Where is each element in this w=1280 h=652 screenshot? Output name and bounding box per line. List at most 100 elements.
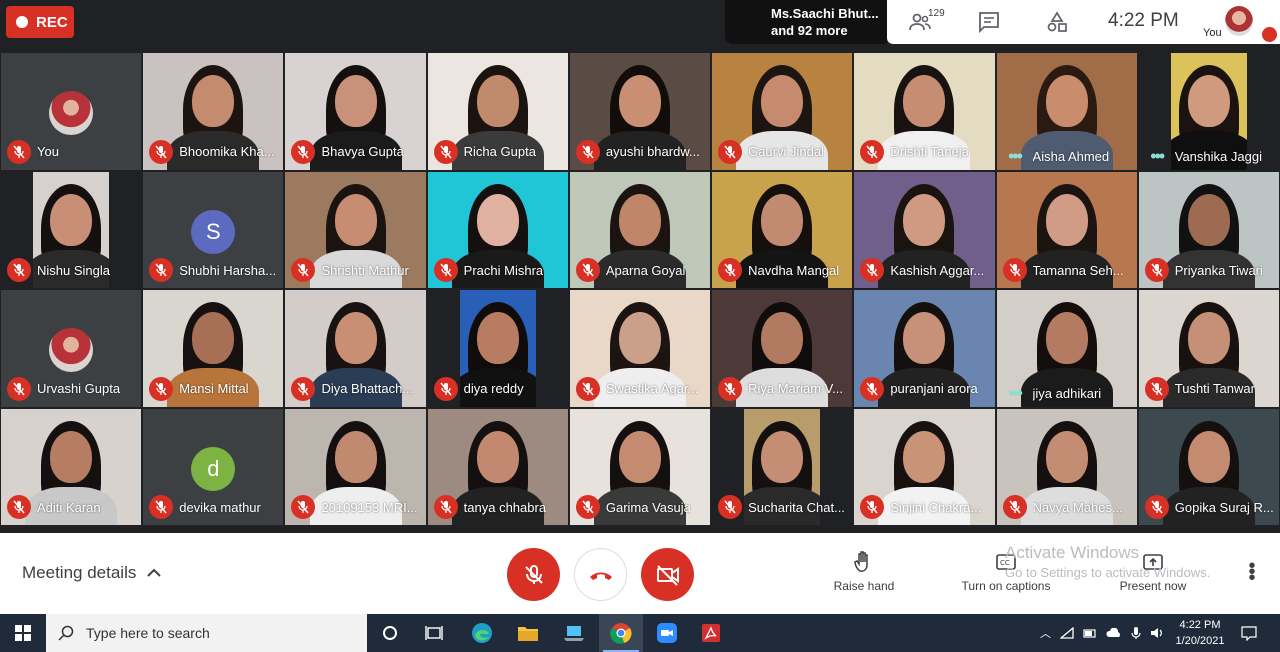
mic-muted-icon xyxy=(1002,495,1027,519)
participant-tile[interactable]: Diya Bhattach... xyxy=(284,289,427,408)
participant-tile[interactable]: Tushti Tanwar xyxy=(1137,289,1280,408)
participant-tile[interactable]: Drishti Taneja xyxy=(853,52,996,171)
participant-tile[interactable]: Urvashi Gupta xyxy=(0,289,143,408)
participant-tile[interactable]: Prachi Mishra xyxy=(426,170,569,289)
mic-muted-icon xyxy=(860,258,885,282)
participant-name-row: Richa Gupta xyxy=(433,139,564,164)
self-view-label: You xyxy=(1203,27,1222,39)
participant-tile[interactable]: Shrishti Mathur xyxy=(284,170,427,289)
volume-icon[interactable] xyxy=(1150,627,1164,639)
participant-name-row: Kashish Aggar... xyxy=(860,258,990,282)
participant-tile[interactable]: ••• Vanshika Jaggi xyxy=(1137,52,1280,171)
task-view-button[interactable] xyxy=(414,614,454,652)
participant-name-row: tanya chhabra xyxy=(433,495,564,519)
participant-tile[interactable]: Navdha Mangal xyxy=(711,170,854,289)
mic-muted-icon xyxy=(433,258,458,282)
camera-off-icon xyxy=(656,564,679,586)
mic-muted-icon xyxy=(291,139,316,164)
participant-tile[interactable]: Sucharita Chat... xyxy=(711,407,854,526)
participant-tile[interactable]: Navya Mahes... xyxy=(995,407,1138,526)
wifi-icon[interactable] xyxy=(1060,627,1074,639)
windows-taskbar: Type here to search ︿ 4:22 PM 1/20/2021 xyxy=(0,614,1280,652)
mic-muted-icon xyxy=(1144,495,1169,519)
mic-muted-icon xyxy=(575,139,600,164)
participant-tile[interactable]: Nishu Singla xyxy=(0,170,143,289)
taskbar-search-box[interactable]: Type here to search xyxy=(46,614,367,652)
participant-tile[interactable]: Richa Gupta xyxy=(426,52,569,171)
participant-tile[interactable]: Kashish Aggar... xyxy=(853,170,996,289)
participant-name: ayushi bhardw... xyxy=(605,144,700,159)
camera-toggle-button[interactable] xyxy=(641,548,694,601)
participant-tile[interactable]: S Shubhi Harsha... xyxy=(142,170,285,289)
chevron-up-icon xyxy=(147,568,162,577)
participant-tile[interactable]: ayushi bhardw... xyxy=(568,52,712,171)
notifications-button[interactable] xyxy=(1232,614,1266,652)
microphone-toggle-button[interactable] xyxy=(507,548,560,601)
battery-icon[interactable] xyxy=(1083,628,1097,638)
meeting-details-button[interactable]: Meeting details xyxy=(22,563,162,583)
participant-tile[interactable]: Tamanna Seh... xyxy=(995,170,1138,289)
participant-tile[interactable]: 20109153 MRI... xyxy=(284,407,427,526)
taskbar-file-explorer[interactable] xyxy=(507,614,549,652)
participant-tile[interactable]: Riya Mariam V... xyxy=(711,289,854,408)
search-icon xyxy=(58,625,74,641)
self-muted-icon xyxy=(1262,27,1277,42)
participant-tile[interactable]: diya reddy xyxy=(426,289,569,408)
mic-muted-icon xyxy=(1144,376,1169,401)
taskbar-zoom[interactable] xyxy=(646,614,688,652)
participant-tile[interactable]: Gopika Suraj R... xyxy=(1137,407,1280,526)
hand-icon xyxy=(854,551,868,572)
participant-name-row: Aditi Karan xyxy=(7,495,137,519)
participant-name: Navdha Mangal xyxy=(748,262,840,278)
participant-tile[interactable]: tanya chhabra xyxy=(426,407,569,526)
participant-name: Mansi Mittal xyxy=(179,381,249,396)
participant-name: Prachi Mishra xyxy=(463,262,544,278)
participant-name: Vanshika Jaggi xyxy=(1174,148,1262,164)
activities-icon[interactable] xyxy=(1045,10,1069,34)
taskbar-laptop-app[interactable] xyxy=(553,614,595,652)
watermark-subtitle: Go to Settings to activate Windows. xyxy=(1005,565,1211,580)
start-button[interactable] xyxy=(0,614,46,652)
participant-tile[interactable]: Gaurvi Jindal xyxy=(711,52,854,171)
microphone-tray-icon[interactable] xyxy=(1131,626,1141,640)
participant-name: diya reddy xyxy=(463,381,524,396)
participant-tile[interactable]: Priyanka Tiwari xyxy=(1137,170,1280,289)
participant-tile[interactable]: Sinjini Chakra... xyxy=(853,407,996,526)
avatar xyxy=(49,328,94,372)
participant-name: Diya Bhattach... xyxy=(321,381,414,396)
participant-name-row: Gopika Suraj R... xyxy=(1144,495,1275,519)
participant-name: Bhavya Gupta xyxy=(321,144,404,159)
participant-name: tanya chhabra xyxy=(463,499,547,515)
participant-tile[interactable]: Aditi Karan xyxy=(0,407,143,526)
mic-muted-icon xyxy=(7,139,31,164)
leave-call-button[interactable] xyxy=(574,548,627,601)
participant-name: Garima Vasuja xyxy=(605,499,691,515)
cortana-button[interactable] xyxy=(370,614,410,652)
self-view-thumbnail[interactable] xyxy=(1225,6,1253,36)
taskbar-chrome[interactable] xyxy=(599,614,643,652)
participant-tile[interactable]: You xyxy=(0,52,143,171)
participant-tile[interactable]: Bhoomika Kha... xyxy=(142,52,285,171)
participant-tile[interactable]: d devika mathur xyxy=(142,407,285,526)
participant-tile[interactable]: Mansi Mittal xyxy=(142,289,285,408)
more-options-icon[interactable]: • • • xyxy=(1243,556,1261,588)
mic-muted-icon xyxy=(7,376,31,401)
participant-tile[interactable]: Swastika Agar... xyxy=(568,289,712,408)
participant-tile[interactable]: Garima Vasuja xyxy=(568,407,712,526)
chat-icon[interactable] xyxy=(977,10,1001,34)
tray-chevron-icon[interactable]: ︿ xyxy=(1040,625,1051,641)
participant-tile[interactable]: ••• Aisha Ahmed xyxy=(995,52,1138,171)
taskbar-clock[interactable]: 4:22 PM 1/20/2021 xyxy=(1172,617,1228,649)
raise-hand-button[interactable]: Raise hand xyxy=(832,551,896,593)
participant-name-row: ayushi bhardw... xyxy=(575,139,706,164)
mic-muted-icon xyxy=(291,376,316,401)
taskbar-edge[interactable] xyxy=(462,614,502,652)
participant-tile[interactable]: ••• jiya adhikari xyxy=(995,289,1138,408)
participant-tile[interactable]: puranjani arora xyxy=(853,289,996,408)
recording-indicator[interactable]: REC xyxy=(6,6,74,38)
participant-tile[interactable]: Bhavya Gupta xyxy=(284,52,427,171)
mic-muted-icon xyxy=(149,139,174,164)
taskbar-pdf-reader[interactable] xyxy=(690,614,732,652)
participant-tile[interactable]: Aparna Goyal xyxy=(568,170,712,289)
cloud-icon[interactable] xyxy=(1106,628,1122,638)
